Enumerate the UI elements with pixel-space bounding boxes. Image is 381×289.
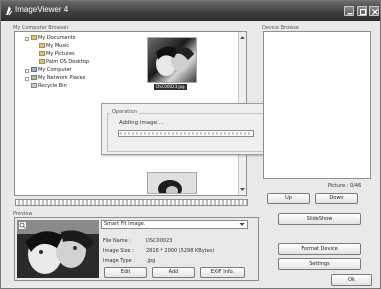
image-size-label: Image Size : <box>103 248 134 254</box>
photo-thumbnail-image <box>156 46 194 76</box>
expand-my-computer-toggle[interactable] <box>25 69 29 73</box>
tree-item-my-network-places[interactable]: My Network Places <box>31 75 85 82</box>
add-button[interactable]: Add <box>152 267 195 278</box>
window-title: ImageViewer 4 <box>15 5 69 14</box>
tree-item-recycle-bin[interactable]: Recycle Bin <box>31 83 67 90</box>
image-type-label: Image Type : <box>103 258 136 264</box>
fit-mode-value: Smart Fit Image. <box>104 221 146 227</box>
progress-track <box>120 132 252 135</box>
collapse-my-documents-toggle[interactable] <box>25 37 29 41</box>
device-browser-panel <box>263 31 371 179</box>
file-name-label: File Name : <box>103 238 131 244</box>
recycle-bin-icon <box>31 83 37 88</box>
format-device-button[interactable]: Format Device <box>278 243 361 255</box>
operation-group-label: Operation <box>110 109 139 115</box>
chevron-down-icon <box>239 223 245 226</box>
preview-zoom-icon[interactable] <box>18 221 27 230</box>
down-button[interactable]: Down <box>315 193 358 204</box>
preview-image <box>17 220 99 278</box>
operation-progress-bar <box>118 130 254 137</box>
exif-info-button[interactable]: EXIF Info. <box>200 267 245 278</box>
tree-item-label: My Network Places <box>38 75 86 81</box>
minimize-button[interactable] <box>344 6 354 16</box>
photo-preview-image <box>17 220 99 278</box>
computer-icon <box>31 67 37 72</box>
operation-dialog: Operation Adding image.... <box>101 103 271 155</box>
tree-item-label: My Music <box>46 43 70 49</box>
thumbnail-dsc00023[interactable] <box>147 37 197 83</box>
edit-button[interactable]: Edit <box>104 267 147 278</box>
slideshow-button[interactable]: SlideShow <box>278 213 361 225</box>
photo-thumbnail-image <box>148 173 196 193</box>
maximize-button[interactable] <box>357 6 367 16</box>
tree-item-my-pictures[interactable]: My Pictures <box>39 51 75 58</box>
scroll-down-arrow-icon[interactable] <box>239 186 246 193</box>
preview-panel: Smart Fit Image. File Name : DSC00023 Im… <box>14 217 259 281</box>
title-bar: ImageViewer 4 <box>1 1 380 21</box>
close-button[interactable] <box>369 6 379 16</box>
image-type-value: .jpg <box>146 258 156 264</box>
transfer-progress-strip <box>15 199 248 206</box>
tree-item-my-music[interactable]: My Music <box>39 43 69 50</box>
tree-item-my-documents[interactable]: My Documents <box>31 35 75 42</box>
thumbnail-caption: DSC00023.jpg <box>154 84 187 90</box>
tree-item-label: My Documents <box>38 35 76 41</box>
folder-icon <box>39 59 45 64</box>
operation-message: Adding image.... <box>119 120 165 126</box>
maximize-icon <box>360 9 366 15</box>
close-icon <box>372 9 378 15</box>
app-window: ImageViewer 4 My Computer Browser My Doc… <box>0 0 381 289</box>
folder-open-icon <box>31 35 37 40</box>
tree-item-my-computer[interactable]: My Computer <box>31 67 72 74</box>
thumbnail-next[interactable] <box>147 172 197 194</box>
app-icon <box>6 6 13 16</box>
up-button[interactable]: Up <box>267 193 310 204</box>
file-name-value: DSC00023 <box>146 238 173 244</box>
tree-item-palm-os-desktop[interactable]: Palm OS Desktop <box>39 59 89 66</box>
music-folder-icon <box>39 43 45 48</box>
tree-item-label: Palm OS Desktop <box>46 59 90 65</box>
tree-item-label: My Computer <box>38 67 72 73</box>
magnifier-icon <box>19 222 26 229</box>
network-icon <box>31 75 37 80</box>
expand-network-places-toggle[interactable] <box>25 77 29 81</box>
picture-count: Picture : 0/46 <box>328 183 362 189</box>
settings-button[interactable]: Settings <box>278 258 361 270</box>
ok-button[interactable]: Ok <box>331 274 372 286</box>
image-size-value: 2816 * 2000 (5298 KBytes) <box>146 248 215 254</box>
minimize-icon <box>347 13 353 15</box>
tree-item-label: Recycle Bin <box>38 83 67 89</box>
tree-item-label: My Pictures <box>46 51 75 57</box>
scroll-up-arrow-icon[interactable] <box>239 34 246 41</box>
fit-mode-select[interactable]: Smart Fit Image. <box>101 220 248 229</box>
pictures-folder-icon <box>39 51 45 56</box>
